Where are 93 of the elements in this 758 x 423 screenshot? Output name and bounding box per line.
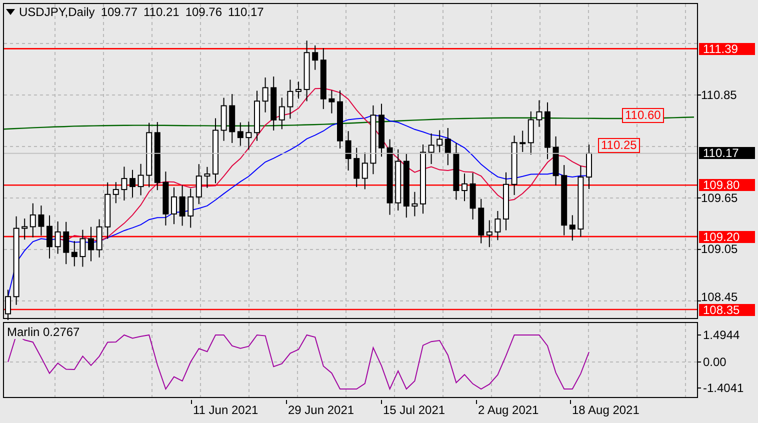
current-price-label: 110.17 xyxy=(699,147,755,160)
candlestick xyxy=(378,103,384,158)
candlestick xyxy=(204,166,210,188)
candlestick xyxy=(63,221,70,265)
indicator-name: Marlin 0.2767 xyxy=(7,325,80,339)
candlestick xyxy=(478,198,484,244)
candlestick xyxy=(80,229,86,268)
candlestick xyxy=(337,90,343,150)
candlestick xyxy=(494,210,501,241)
price-label: 110.60 xyxy=(622,108,664,124)
candlestick xyxy=(354,147,360,188)
price-tick-label: 109.05 xyxy=(701,243,738,256)
candlestick xyxy=(486,220,492,248)
indicator-tick-label: -1.4041 xyxy=(703,382,744,395)
candlestick xyxy=(121,166,128,201)
price-tick-label: 110.85 xyxy=(701,89,737,101)
candlestick xyxy=(362,152,368,190)
date-label: 2 Aug 2021 xyxy=(478,403,539,417)
candlestick xyxy=(30,202,36,238)
candlestick xyxy=(196,164,202,205)
candlestick xyxy=(179,184,186,226)
candlestick xyxy=(304,40,310,102)
candlestick xyxy=(470,172,476,220)
candlestick xyxy=(188,188,194,228)
price-tick-label: 108.45 xyxy=(701,291,738,303)
candlestick xyxy=(462,173,468,202)
candlestick xyxy=(220,97,227,142)
candlestick xyxy=(54,220,61,254)
candlestick xyxy=(262,77,268,113)
candlestick xyxy=(212,118,218,184)
level-price-label: 111.39 xyxy=(699,42,755,55)
candlestick xyxy=(520,130,526,152)
date-label: 29 Jun 2021 xyxy=(288,403,354,417)
candlestick xyxy=(254,90,260,142)
candlestick xyxy=(395,148,402,212)
candlestick xyxy=(453,142,460,200)
candlestick xyxy=(130,169,136,198)
candlestick xyxy=(569,214,576,242)
ohlc-value: 110.17 xyxy=(228,5,264,19)
price-label: 110.25 xyxy=(598,138,640,154)
candlestick xyxy=(278,97,285,130)
candlestick xyxy=(296,81,302,100)
date-label: 11 Jun 2021 xyxy=(193,403,258,417)
candlestick xyxy=(38,205,44,236)
candlestick xyxy=(528,110,534,156)
ohlc-value: 109.77 xyxy=(100,5,138,19)
candlestick xyxy=(444,128,451,166)
level-price-label: 108.35 xyxy=(699,304,755,316)
ohlc-value: 110.21 xyxy=(144,5,180,19)
candlestick xyxy=(229,94,236,144)
candlestick xyxy=(162,171,169,226)
ohlc-value: 109.76 xyxy=(185,5,222,19)
candlestick xyxy=(436,130,443,153)
candlestick xyxy=(536,100,542,128)
candlestick xyxy=(171,186,177,225)
candlestick xyxy=(345,130,352,172)
candlestick xyxy=(412,191,418,217)
candlestick xyxy=(403,154,410,218)
candlestick xyxy=(552,136,559,186)
dropdown-triangle-icon[interactable] xyxy=(6,9,15,15)
candlestick xyxy=(503,172,509,231)
candlestick xyxy=(328,90,335,114)
level-price-label: 109.20 xyxy=(699,230,755,243)
candlestick xyxy=(370,104,376,175)
candlestick xyxy=(320,48,326,110)
candlestick xyxy=(46,214,52,260)
candlestick xyxy=(112,182,119,204)
candlestick xyxy=(154,122,160,191)
candlestick xyxy=(511,135,518,196)
candlestick xyxy=(88,226,94,262)
candlestick xyxy=(420,144,426,214)
candlestick xyxy=(287,79,294,120)
candlestick xyxy=(71,240,78,267)
indicator-tick-label: 1.4944 xyxy=(703,329,740,342)
candlestick xyxy=(138,163,144,196)
candlestick xyxy=(246,121,252,150)
indicator-tick-label: 0.00 xyxy=(703,356,726,369)
candlestick xyxy=(96,218,102,258)
level-price-label: 109.80 xyxy=(699,179,755,192)
candlestick xyxy=(544,102,550,160)
candlestick xyxy=(146,122,152,188)
price-tick-label: 109.65 xyxy=(701,192,738,204)
candlestick xyxy=(104,182,111,240)
candlestick xyxy=(586,144,592,190)
candlestick xyxy=(312,44,318,70)
date-label: 15 Jul 2021 xyxy=(383,403,446,417)
candlestick xyxy=(561,164,568,236)
date-label: 18 Aug 2021 xyxy=(572,403,640,417)
candlestick xyxy=(270,76,277,132)
candlestick xyxy=(237,122,244,146)
candlestick xyxy=(428,132,434,165)
symbol-timeframe-label: USDJPY,Daily xyxy=(19,5,95,19)
candlestick xyxy=(22,218,28,240)
